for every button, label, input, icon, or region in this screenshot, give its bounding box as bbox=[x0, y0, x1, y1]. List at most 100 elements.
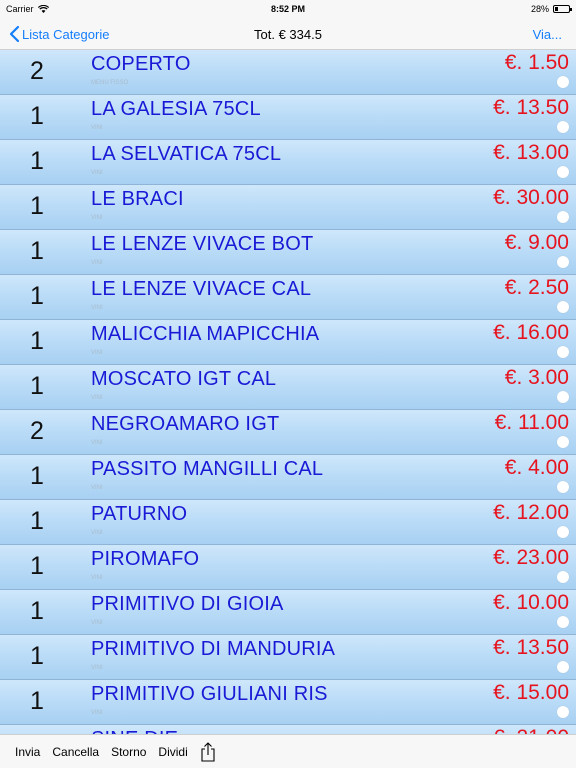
list-item[interactable]: 1 MOSCATO IGT CAL VINI €. 3.00 bbox=[0, 365, 576, 410]
item-category: VINI bbox=[91, 485, 103, 491]
item-category: VINI bbox=[91, 530, 103, 536]
item-quantity: 2 bbox=[30, 417, 44, 445]
item-price: €. 13.50 bbox=[493, 96, 569, 119]
navigation-bar: Lista Categorie Tot. € 334.5 Via... bbox=[0, 20, 576, 50]
item-quantity: 1 bbox=[30, 597, 44, 625]
order-items-list[interactable]: 2 COPERTO MENU FISSO €. 1.50 1 LA GALESIA 75C… bbox=[0, 50, 576, 734]
share-icon[interactable] bbox=[200, 741, 216, 762]
item-quantity: 1 bbox=[30, 462, 44, 490]
item-category: VINI bbox=[91, 620, 103, 626]
item-name: COPERTO bbox=[91, 53, 191, 75]
list-item[interactable]: 1 LE LENZE VIVACE BOT VINI €. 9.00 bbox=[0, 230, 576, 275]
item-price: €. 4.00 bbox=[504, 456, 569, 479]
item-name: PRIMITIVO GIULIANI RIS bbox=[91, 683, 328, 705]
item-name: LE BRACI bbox=[91, 188, 184, 210]
item-category: VINI bbox=[91, 260, 103, 266]
chevron-left-icon bbox=[9, 25, 20, 43]
item-name: NEGROAMARO IGT bbox=[91, 413, 280, 435]
list-item[interactable]: 1 LA SELVATICA 75CL VINI €. 13.00 bbox=[0, 140, 576, 185]
list-item[interactable]: 1 PIROMAFO VINI €. 23.00 bbox=[0, 545, 576, 590]
list-item[interactable]: 1 PRIMITIVO DI MANDURIA VINI €. 13.50 bbox=[0, 635, 576, 680]
item-name: MALICCHIA MAPICCHIA bbox=[91, 323, 320, 345]
item-price: €. 10.00 bbox=[493, 591, 569, 614]
status-dot-icon[interactable] bbox=[557, 76, 569, 88]
bottom-toolbar: Invia Cancella Storno Dividi bbox=[0, 734, 576, 768]
status-dot-icon[interactable] bbox=[557, 616, 569, 628]
item-price: €. 11.00 bbox=[494, 411, 569, 434]
item-price: €. 2.50 bbox=[504, 276, 569, 299]
list-item[interactable]: 1SINE DIEVINI€. 21.00 bbox=[0, 725, 576, 734]
list-item[interactable]: 1 MALICCHIA MAPICCHIA VINI €. 16.00 bbox=[0, 320, 576, 365]
status-dot-icon[interactable] bbox=[557, 301, 569, 313]
item-price: €. 13.00 bbox=[493, 141, 569, 164]
item-quantity: 1 bbox=[30, 147, 44, 175]
item-quantity: 1 bbox=[30, 507, 44, 535]
item-quantity: 1 bbox=[30, 552, 44, 580]
item-quantity: 1 bbox=[30, 687, 44, 715]
status-dot-icon[interactable] bbox=[557, 526, 569, 538]
item-category: VINI bbox=[91, 170, 103, 176]
status-dot-icon[interactable] bbox=[557, 436, 569, 448]
item-category: VINI bbox=[91, 350, 103, 356]
battery-info: 28% bbox=[531, 4, 572, 14]
item-price: €. 23.00 bbox=[493, 546, 569, 569]
list-item[interactable]: 1 PATURNO VINI €. 12.00 bbox=[0, 500, 576, 545]
item-quantity: 1 bbox=[30, 642, 44, 670]
item-price: €. 21.00 bbox=[493, 726, 569, 734]
item-quantity: 1 bbox=[30, 102, 44, 130]
item-quantity: 1 bbox=[30, 372, 44, 400]
list-item[interactable]: 2 NEGROAMARO IGT VINI €. 11.00 bbox=[0, 410, 576, 455]
item-quantity: 1 bbox=[30, 192, 44, 220]
list-item[interactable]: 1 LE LENZE VIVACE CAL VINI €. 2.50 bbox=[0, 275, 576, 320]
status-dot-icon[interactable] bbox=[557, 211, 569, 223]
status-dot-icon[interactable] bbox=[557, 346, 569, 358]
status-dot-icon[interactable] bbox=[557, 706, 569, 718]
split-button[interactable]: Dividi bbox=[158, 745, 187, 759]
send-nav-button[interactable]: Via... bbox=[533, 27, 562, 42]
back-button[interactable]: Lista Categorie bbox=[8, 25, 109, 43]
item-price: €. 30.00 bbox=[493, 186, 569, 209]
refund-button[interactable]: Storno bbox=[111, 745, 146, 759]
item-name: PRIMITIVO DI GIOIA bbox=[91, 593, 284, 615]
list-item[interactable]: 1 PRIMITIVO GIULIANI RIS VINI €. 15.00 bbox=[0, 680, 576, 725]
item-name: PATURNO bbox=[91, 503, 188, 525]
status-dot-icon[interactable] bbox=[557, 391, 569, 403]
delete-button[interactable]: Cancella bbox=[52, 745, 99, 759]
list-item[interactable]: 2 COPERTO MENU FISSO €. 1.50 bbox=[0, 50, 576, 95]
status-dot-icon[interactable] bbox=[557, 571, 569, 583]
item-category: MENU FISSO bbox=[91, 80, 129, 86]
item-category: VINI bbox=[91, 395, 103, 401]
send-button[interactable]: Invia bbox=[15, 745, 40, 759]
item-price: €. 16.00 bbox=[493, 321, 569, 344]
list-item[interactable]: 1 PRIMITIVO DI GIOIA VINI €. 10.00 bbox=[0, 590, 576, 635]
item-name: LA SELVATICA 75CL bbox=[91, 143, 282, 165]
item-name: LE LENZE VIVACE BOT bbox=[91, 233, 314, 255]
item-price: €. 15.00 bbox=[493, 681, 569, 704]
item-price: €. 13.50 bbox=[493, 636, 569, 659]
list-item[interactable]: 1 LA GALESIA 75CL VINI €. 13.50 bbox=[0, 95, 576, 140]
item-name: PRIMITIVO DI MANDURIA bbox=[91, 638, 336, 660]
list-item[interactable]: 1 PASSITO MANGILLI CAL VINI €. 4.00 bbox=[0, 455, 576, 500]
item-quantity: 1 bbox=[30, 237, 44, 265]
item-name: LA GALESIA 75CL bbox=[91, 98, 261, 120]
status-dot-icon[interactable] bbox=[557, 166, 569, 178]
item-quantity: 1 bbox=[30, 327, 44, 355]
status-dot-icon[interactable] bbox=[557, 661, 569, 673]
item-name: PASSITO MANGILLI CAL bbox=[91, 458, 324, 480]
status-dot-icon[interactable] bbox=[557, 256, 569, 268]
status-time: 8:52 PM bbox=[270, 4, 305, 14]
item-category: VINI bbox=[91, 440, 103, 446]
battery-icon bbox=[553, 5, 572, 13]
status-dot-icon[interactable] bbox=[557, 481, 569, 493]
item-quantity: 1 bbox=[30, 282, 44, 310]
item-price: €. 3.00 bbox=[504, 366, 569, 389]
item-category: VINI bbox=[91, 665, 103, 671]
status-dot-icon[interactable] bbox=[557, 121, 569, 133]
item-quantity: 2 bbox=[30, 57, 44, 85]
item-category: VINI bbox=[91, 215, 103, 221]
list-item[interactable]: 1 LE BRACI VINI €. 30.00 bbox=[0, 185, 576, 230]
item-category: VINI bbox=[91, 575, 103, 581]
item-category: VINI bbox=[91, 710, 103, 716]
item-category: VINI bbox=[91, 125, 103, 131]
item-category: VINI bbox=[91, 305, 103, 311]
